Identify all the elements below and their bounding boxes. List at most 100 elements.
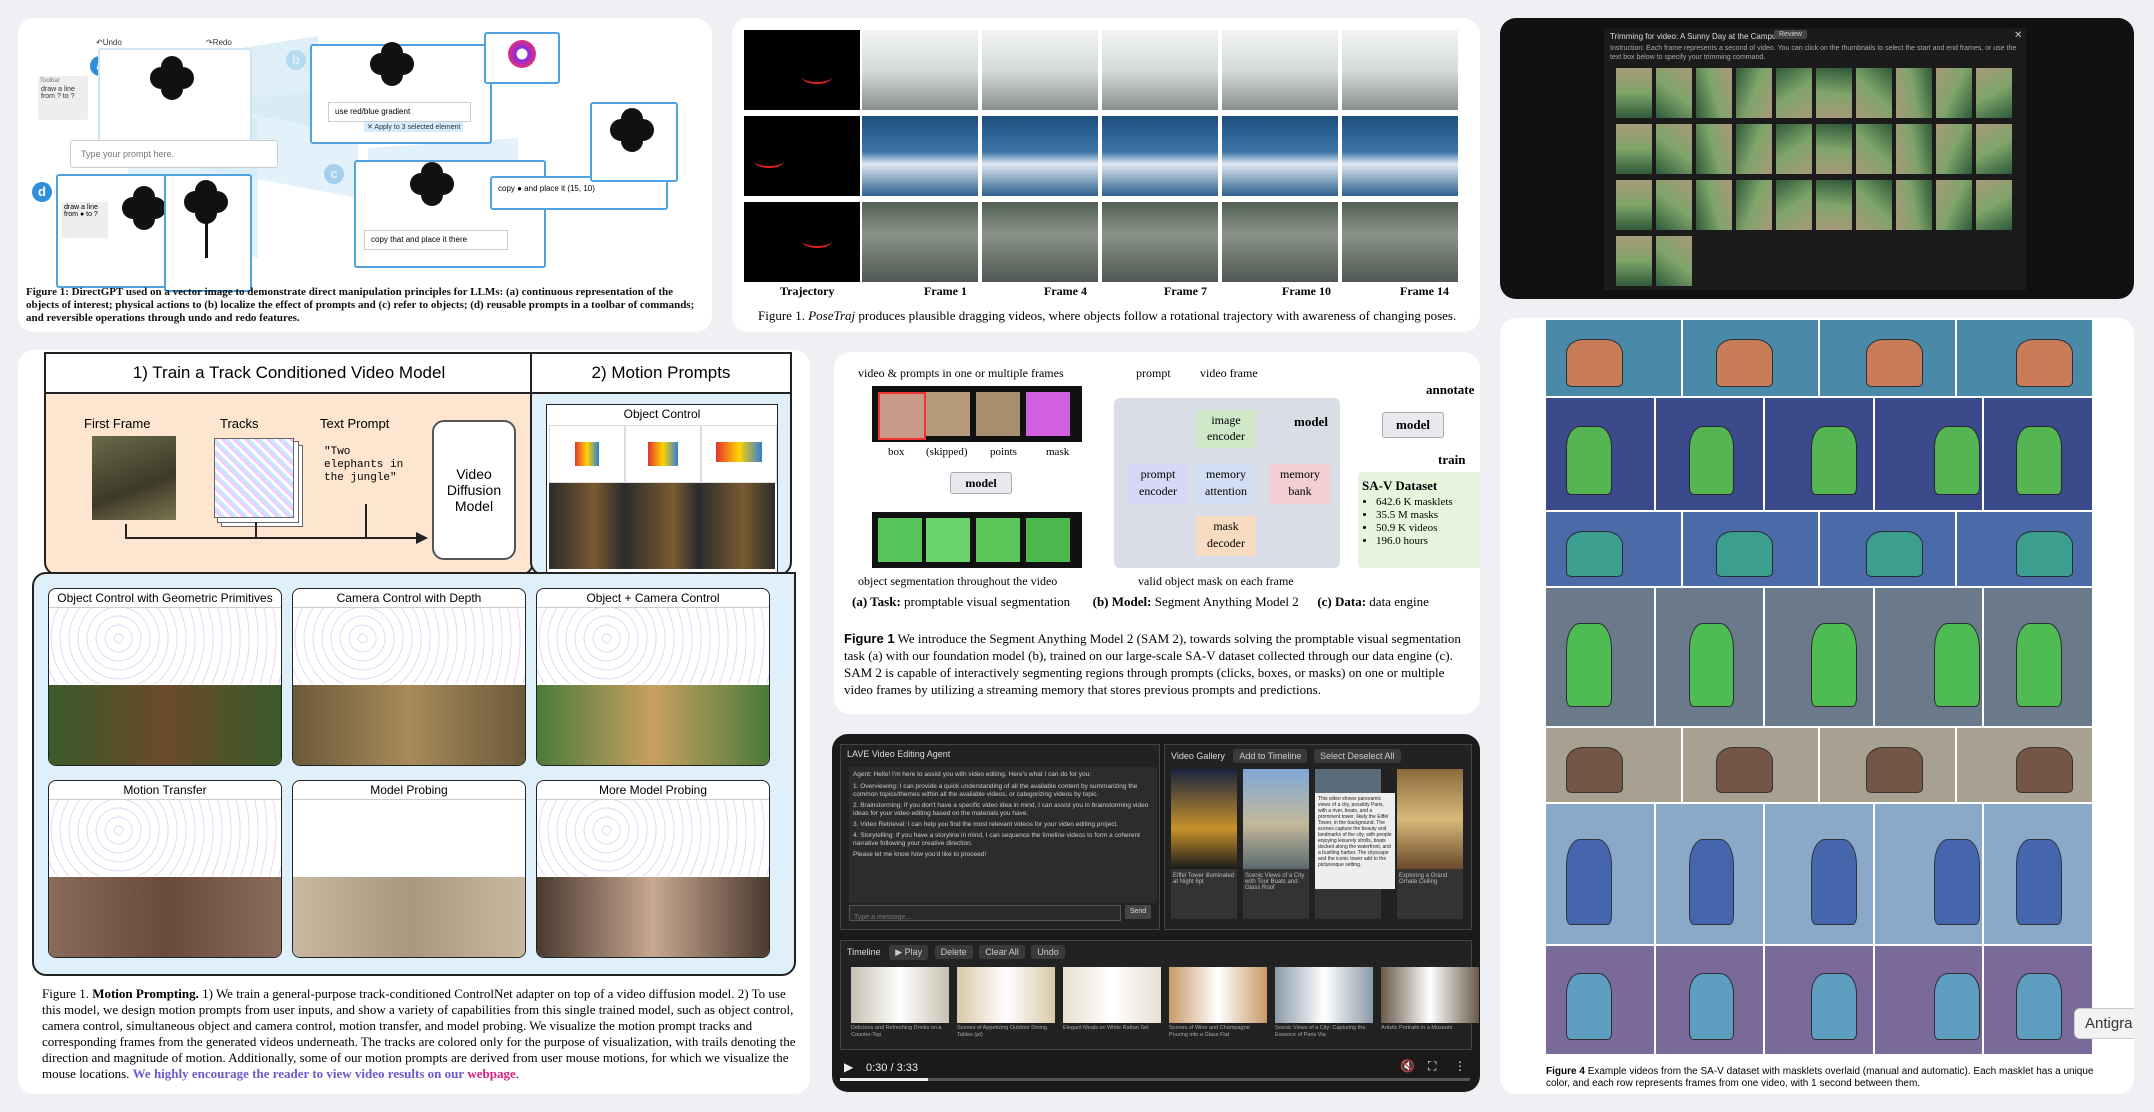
caption-prefix: Figure 1. [758, 308, 805, 323]
trim-thumbnail[interactable] [1616, 236, 1652, 286]
trim-thumbnail[interactable] [1936, 124, 1972, 174]
video-frame [1102, 202, 1218, 282]
panel-sa-v: Figure 4 Example videos from the SA-V da… [1500, 318, 2134, 1094]
trim-thumbnail[interactable] [1776, 124, 1812, 174]
timeline-clip[interactable]: Scenic Views of a City: Capturing the Es… [1275, 967, 1373, 1045]
sa-v-title: SA-V Dataset [1362, 478, 1438, 493]
gallery-card-4[interactable]: Exploring a Grand Ornate Ceiling [1397, 769, 1463, 919]
gallery-overlay-text: This video shows panoramic views of a ci… [1315, 793, 1395, 889]
trim-thumbnail[interactable] [1696, 124, 1732, 174]
trim-thumbnail[interactable] [1976, 180, 2012, 230]
timeline-clip[interactable]: Elegant Meals on White Rattan Set [1063, 967, 1161, 1045]
timeline-clip[interactable]: Scenes of Wine and Champagne Pouring int… [1169, 967, 1267, 1045]
capability-tile: Object + Camera Control [536, 588, 770, 766]
progress-bar[interactable] [840, 1078, 1470, 1081]
video-frame [1222, 116, 1338, 196]
trim-thumbnail[interactable] [1896, 180, 1932, 230]
trim-thumbnail[interactable] [1896, 68, 1932, 118]
agent-pane: LAVE Video Editing Agent Agent: Hello! I… [840, 744, 1160, 930]
trim-thumbnail[interactable] [1976, 124, 2012, 174]
more-icon[interactable]: ⋮ [1454, 1059, 1466, 1073]
capability-tile: More Model Probing [536, 780, 770, 958]
masklet-overlay [1811, 622, 1858, 708]
memory-bank-box: memory bank [1270, 464, 1330, 504]
caption-link[interactable]: We highly encourage the reader to view v… [133, 1066, 464, 1081]
trim-thumbnail[interactable] [1816, 124, 1852, 174]
trim-thumbnail[interactable] [1616, 68, 1652, 118]
clear-all-button[interactable]: Clear All [979, 945, 1025, 959]
caption-text: We introduce the Segment Anything Model … [844, 631, 1461, 697]
oc-frame-3 [701, 425, 777, 483]
masklet-overlay [2016, 530, 2073, 577]
capability-tile: Model Probing [292, 780, 526, 958]
copy-place-prompt[interactable]: copy ● and place it (15, 10) [498, 184, 595, 193]
trim-thumbnail[interactable] [1656, 68, 1692, 118]
sa-v-frame [1765, 588, 1873, 726]
trim-thumbnail[interactable] [1736, 124, 1772, 174]
apply-chip[interactable]: ✕ Apply to 3 selected element [364, 122, 464, 132]
trim-thumbnail[interactable] [1616, 180, 1652, 230]
trim-title: Trimming for video: A Sunny Day at the C… [1610, 32, 1800, 41]
play-icon[interactable]: ▶ [844, 1060, 853, 1074]
webpage-link[interactable]: webpage [467, 1066, 515, 1081]
copy-that-prompt[interactable]: copy that and place it there [364, 230, 508, 250]
masklet-overlay [1688, 426, 1735, 496]
gallery-card-1[interactable]: Eiffel Tower illuminated at Night 6pt [1171, 769, 1237, 919]
draw-line-button[interactable]: draw a line from ? to ? [38, 86, 88, 100]
trim-thumbnail[interactable] [1976, 68, 2012, 118]
toolbar-label: Toolbar [40, 78, 60, 84]
trim-thumbnail[interactable] [1856, 68, 1892, 118]
trim-thumbnail[interactable] [1736, 68, 1772, 118]
trim-thumbnail[interactable] [1656, 124, 1692, 174]
mute-icon[interactable]: 🔇 [1400, 1059, 1415, 1073]
trim-thumbnail[interactable] [1696, 180, 1732, 230]
timeline-clip[interactable]: Delicious and Refreshing Drinks on a Cou… [851, 967, 949, 1045]
trim-thumbnail[interactable] [1776, 68, 1812, 118]
sa-v-frame [1546, 512, 1681, 586]
delete-button[interactable]: Delete [934, 945, 973, 959]
trim-thumbnail[interactable] [1936, 180, 1972, 230]
trim-thumbnail[interactable] [1856, 180, 1892, 230]
film-strip-top [872, 386, 1082, 442]
undo-button[interactable]: Undo [1031, 945, 1065, 959]
trim-thumbnail[interactable] [1816, 180, 1852, 230]
generated-frames [49, 685, 281, 765]
clip-thumbnail [1169, 967, 1267, 1023]
trim-thumbnail[interactable] [1856, 124, 1892, 174]
trim-thumbnail[interactable] [1816, 68, 1852, 118]
trim-thumbnail[interactable] [1616, 124, 1652, 174]
send-button[interactable]: Send [1125, 905, 1151, 919]
add-to-timeline-button[interactable]: Add to Timeline [1233, 749, 1308, 763]
flower-icon [158, 64, 186, 92]
gallery-card-2[interactable]: Scenic Views of a City with Tour Boats a… [1243, 769, 1309, 919]
trim-thumbnail[interactable] [1656, 236, 1692, 286]
close-icon[interactable]: ✕ [2014, 30, 2022, 41]
gallery-caption: Scenic Views of a City with Tour Boats a… [1245, 873, 1305, 891]
capability-title: Camera Control with Depth [293, 589, 525, 608]
select-all-button[interactable]: Select Deselect All [1313, 749, 1401, 763]
track-visualization [537, 608, 769, 684]
prompt-input[interactable]: Type your prompt here. [70, 140, 278, 168]
caption-sa-v: Figure 4 Example videos from the SA-V da… [1546, 1066, 2106, 1090]
caption-motion-prompting: Figure 1. Motion Prompting. 1) We train … [42, 986, 804, 1082]
canvas-a[interactable] [98, 48, 252, 142]
trim-thumbnail[interactable] [1696, 68, 1732, 118]
trim-thumbnail[interactable] [1656, 180, 1692, 230]
sa-v-dataset-box: SA-V Dataset 642.6 K masklets 35.5 M mas… [1358, 472, 1480, 568]
trim-thumbnail[interactable] [1736, 180, 1772, 230]
clip-caption: Elegant Meals on White Rattan Set [1063, 1025, 1149, 1031]
fullscreen-icon[interactable]: ⛶ [1428, 1059, 1436, 1074]
draw-line-d-button[interactable]: draw a line from ● to ? [62, 202, 108, 220]
play-button[interactable]: ▶ Play [889, 945, 929, 960]
trim-thumbnail[interactable] [1936, 68, 1972, 118]
gradient-prompt[interactable]: use red/blue gradient [328, 102, 471, 122]
agent-input[interactable]: Type a message... [849, 905, 1121, 921]
timeline-clip[interactable]: Scenes of Appetizing Outdoor Dining Tabl… [957, 967, 1055, 1045]
sa-v-item: 50.9 K videos [1376, 522, 1480, 535]
trim-thumbnail[interactable] [1776, 180, 1812, 230]
sa-v-frame [1546, 588, 1654, 726]
trim-thumbnail[interactable] [1896, 124, 1932, 174]
clip-thumbnail [1381, 967, 1479, 1023]
antigravity-tag[interactable]: Antigra [2074, 1008, 2134, 1039]
timeline-clip[interactable]: Artistic Portraits in a Museum [1381, 967, 1479, 1045]
